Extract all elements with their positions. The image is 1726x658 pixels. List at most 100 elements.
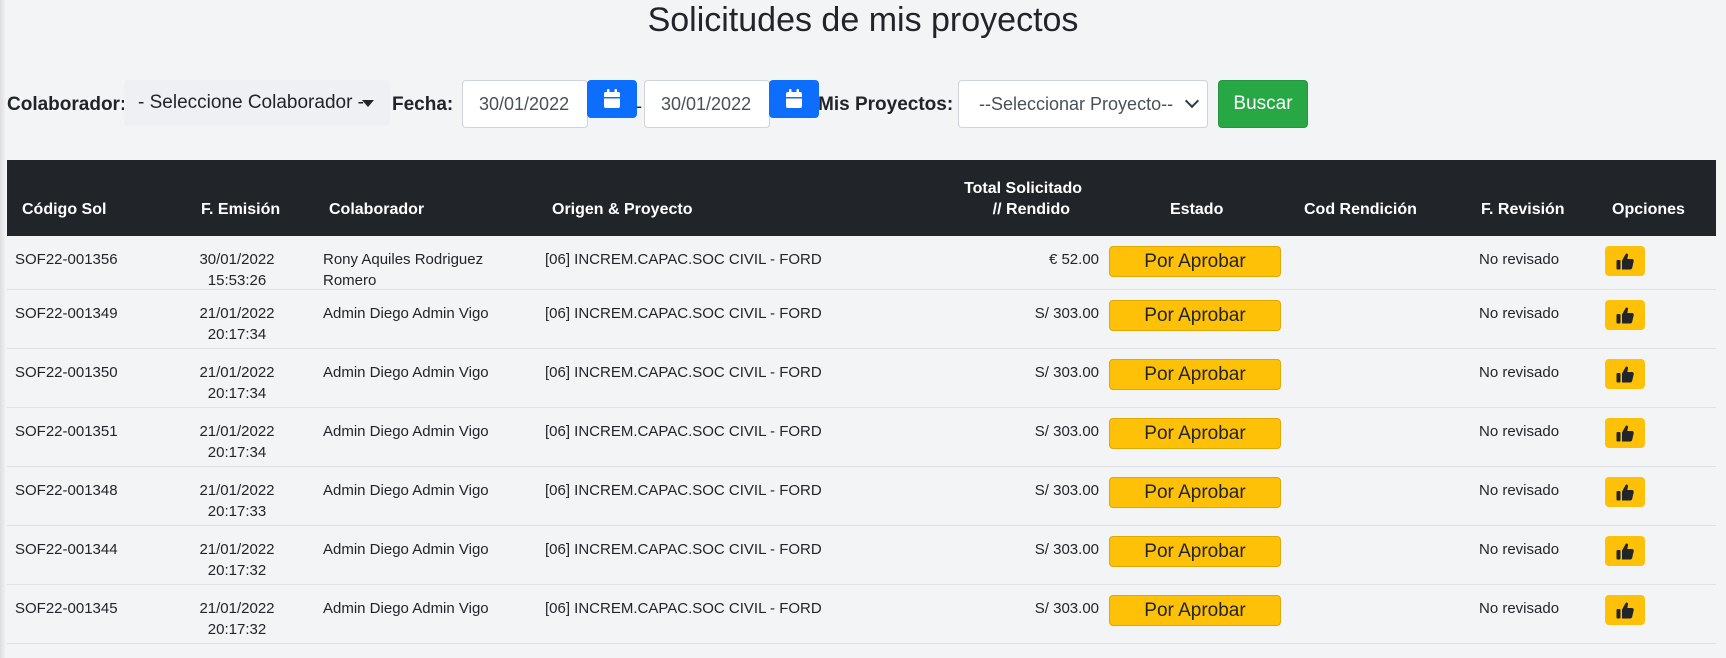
approve-button[interactable] (1605, 418, 1645, 448)
emision-cell: 21/01/2022 20:17:33 (167, 480, 307, 522)
approve-button[interactable] (1605, 359, 1645, 389)
header-colaborador: Colaborador (329, 201, 425, 218)
revision-cell: No revisado (1479, 541, 1560, 558)
fecha-hasta-input[interactable]: 30/01/2022 (644, 80, 770, 128)
caret-down-icon (362, 100, 374, 107)
header-cod-rendicion: Cod Rendición (1304, 201, 1417, 218)
emision-hora: 20:17:33 (207, 503, 267, 520)
emision-fecha: 30/01/2022 (199, 251, 275, 268)
origen-cell: [06] INCREM.CAPAC.SOC CIVIL - FORD (545, 600, 822, 617)
codigo-cell: SOF22-001345 (15, 600, 118, 617)
emision-cell: 30/01/2022 15:53:26 (167, 249, 307, 291)
emision-fecha: 21/01/2022 (199, 541, 275, 558)
colaborador-line1: Admin Diego Admin Vigo (323, 541, 489, 558)
revision-cell: No revisado (1479, 600, 1560, 617)
total-cell: € 52.00 (1048, 251, 1099, 268)
emision-fecha: 21/01/2022 (199, 482, 275, 499)
thumbs-up-icon (1616, 542, 1634, 559)
colaborador-line1: Admin Diego Admin Vigo (323, 423, 489, 440)
colaborador-line1: Admin Diego Admin Vigo (323, 364, 489, 381)
table-row: SOF22-001348 21/01/2022 20:17:33 Admin D… (7, 467, 1716, 526)
codigo-cell: SOF22-001356 (15, 251, 118, 268)
emision-cell: 21/01/2022 20:17:34 (167, 303, 307, 345)
header-codigo: Código Sol (22, 201, 107, 218)
emision-hora: 20:17:34 (207, 326, 267, 343)
header-total: Total Solicitado // Rendido (937, 178, 1082, 220)
estado-badge: Por Aprobar (1109, 536, 1281, 567)
colaborador-cell: Admin Diego Admin Vigo (323, 480, 513, 501)
approve-button[interactable] (1605, 595, 1645, 625)
colaborador-line1: Admin Diego Admin Vigo (323, 305, 489, 322)
buscar-button[interactable]: Buscar (1218, 80, 1308, 128)
page-title: Solicitudes de mis proyectos (647, 1, 1079, 39)
origen-cell: [06] INCREM.CAPAC.SOC CIVIL - FORD (545, 305, 822, 322)
colaborador-line1: Admin Diego Admin Vigo (323, 600, 489, 617)
emision-fecha: 21/01/2022 (199, 305, 275, 322)
chevron-down-icon (1184, 93, 1200, 109)
revision-cell: No revisado (1479, 364, 1560, 381)
estado-badge: Por Aprobar (1109, 418, 1281, 449)
table-row: SOF22-001356 30/01/2022 15:53:26 Rony Aq… (7, 236, 1716, 290)
estado-badge: Por Aprobar (1109, 477, 1281, 508)
estado-badge: Por Aprobar (1109, 595, 1281, 626)
origen-cell: [06] INCREM.CAPAC.SOC CIVIL - FORD (545, 482, 822, 499)
colaborador-cell: Admin Diego Admin Vigo (323, 303, 513, 324)
header-opciones: Opciones (1612, 201, 1685, 218)
revision-cell: No revisado (1479, 423, 1560, 440)
date-range-separator: - (636, 96, 642, 116)
origen-cell: [06] INCREM.CAPAC.SOC CIVIL - FORD (545, 541, 822, 558)
colaborador-label: Colaborador: (7, 94, 127, 115)
total-cell: S/ 303.00 (1034, 305, 1099, 322)
thumbs-up-icon (1616, 252, 1634, 269)
approve-button[interactable] (1605, 536, 1645, 566)
colaborador-cell: Admin Diego Admin Vigo (323, 362, 513, 383)
mis-proyectos-label: Mis Proyectos: (818, 94, 954, 115)
table-header: Código Sol F. Emisión Colaborador Origen… (7, 160, 1716, 236)
table-row: SOF22-001349 21/01/2022 20:17:34 Admin D… (7, 290, 1716, 349)
emision-hora: 15:53:26 (207, 272, 267, 289)
total-cell: S/ 303.00 (1034, 482, 1099, 499)
fecha-label: Fecha: (392, 94, 454, 115)
colaborador-cell: Admin Diego Admin Vigo (323, 421, 513, 442)
codigo-cell: SOF22-001348 (15, 482, 118, 499)
emision-hora: 20:17:34 (207, 444, 267, 461)
approve-button[interactable] (1605, 300, 1645, 330)
codigo-cell: SOF22-001351 (15, 423, 118, 440)
estado-badge: Por Aprobar (1109, 300, 1281, 331)
fecha-desde-input[interactable]: 30/01/2022 (462, 80, 588, 128)
mis-proyectos-select[interactable]: --Seleccionar Proyecto-- (958, 80, 1208, 128)
origen-cell: [06] INCREM.CAPAC.SOC CIVIL - FORD (545, 423, 822, 440)
total-cell: S/ 303.00 (1034, 600, 1099, 617)
revision-cell: No revisado (1479, 482, 1560, 499)
colaborador-select[interactable]: - Seleccione Colaborador - (124, 80, 390, 126)
solicitudes-table: Código Sol F. Emisión Colaborador Origen… (7, 160, 1716, 644)
codigo-cell: SOF22-001350 (15, 364, 118, 381)
total-cell: S/ 303.00 (1034, 364, 1099, 381)
approve-button[interactable] (1605, 246, 1645, 276)
revision-cell: No revisado (1479, 251, 1560, 268)
estado-badge: Por Aprobar (1109, 359, 1281, 390)
header-total-line1: Total Solicitado (964, 180, 1082, 197)
table-row: SOF22-001345 21/01/2022 20:17:32 Admin D… (7, 585, 1716, 644)
header-emision: F. Emisión (201, 201, 281, 218)
emision-fecha: 21/01/2022 (199, 600, 275, 617)
total-cell: S/ 303.00 (1034, 423, 1099, 440)
thumbs-up-icon (1616, 601, 1634, 618)
emision-cell: 21/01/2022 20:17:34 (167, 362, 307, 404)
emision-cell: 21/01/2022 20:17:32 (167, 539, 307, 581)
header-total-line2: // Rendido (992, 201, 1070, 218)
estado-badge: Por Aprobar (1109, 246, 1281, 277)
calendar-icon (786, 89, 802, 108)
filters-bar: Colaborador: - Seleccione Colaborador - … (0, 78, 1726, 130)
thumbs-up-icon (1616, 365, 1634, 382)
emision-hora: 20:17:32 (207, 562, 267, 579)
approve-button[interactable] (1605, 477, 1645, 507)
colaborador-line1: Admin Diego Admin Vigo (323, 482, 489, 499)
colaborador-line1: Rony Aquiles Rodriguez (323, 251, 484, 268)
total-cell: S/ 303.00 (1034, 541, 1099, 558)
emision-cell: 21/01/2022 20:17:32 (167, 598, 307, 640)
fecha-desde-calendar-button[interactable] (587, 80, 637, 118)
fecha-hasta-calendar-button[interactable] (769, 80, 819, 118)
colaborador-cell: Rony Aquiles Rodriguez Romero (323, 249, 513, 291)
emision-fecha: 21/01/2022 (199, 364, 275, 381)
